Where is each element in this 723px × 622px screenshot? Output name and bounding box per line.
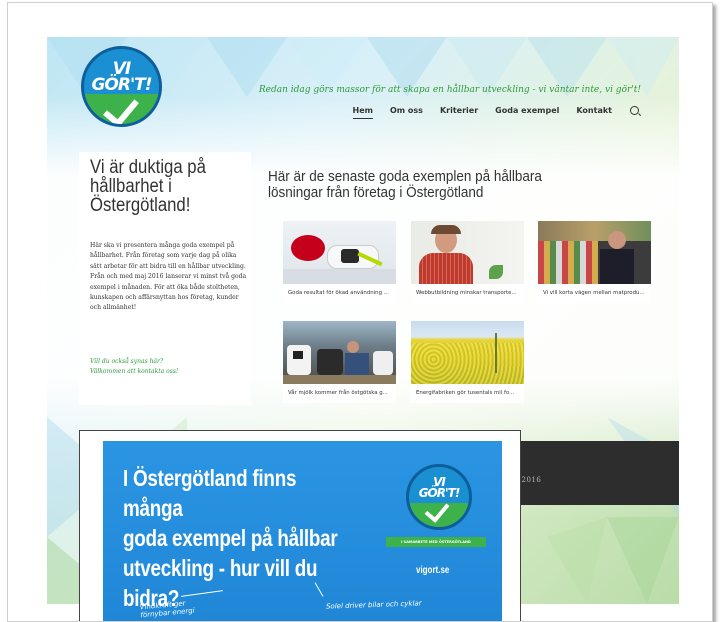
card-caption[interactable]: Goda resultat för ökad användning ... [283,284,396,303]
example-card[interactable]: Webbutbildning minskar transporte... [411,221,524,303]
intro-body: Här ska vi presentera många goda exempel… [90,242,247,312]
examples-heading: Här är de senaste goda exemplen på hållb… [268,168,542,201]
poster-website: vigort.se [416,565,450,576]
intro-title: Vi är duktiga på hållbarhet i Östergötla… [90,157,206,216]
cta-line-2[interactable]: Välkommen att kontakta oss! [90,367,250,377]
cta-line-1[interactable]: Vill du också synas här? [90,357,250,367]
card-image-car-charging[interactable] [283,221,396,284]
example-card[interactable]: Vi vill korta vägen mellan matprodu... [538,221,651,303]
poster-logo: VI GÖR'T! [406,464,472,530]
example-card[interactable]: Goda resultat för ökad användning ... [283,221,396,303]
nav-item-hem[interactable]: Hem [352,106,373,119]
main-nav: Hem Om oss Kriterier Goda exempel Kontak… [336,106,639,119]
example-card[interactable]: Energifabriken gör tusentals mil fo... [411,321,524,403]
poster-headline-line2: goda exempel på hållbar [123,525,338,551]
poster-overlay: I Östergötland finns många goda exempel … [79,430,521,621]
poster-banner: I SAMARBETE MED ÖSTERGÖTLAND [386,537,486,547]
card-caption[interactable]: Vi vill korta vägen mellan matprodu... [538,284,651,303]
site-logo[interactable]: VI GÖR'T! [81,46,162,127]
nav-item-goda-exempel[interactable]: Goda exempel [495,106,559,119]
card-caption[interactable]: Energifabriken gör tusentals mil fo... [411,384,524,403]
card-image-rapeseed-field[interactable] [411,321,524,384]
poster-headline: I Östergötland finns många goda exempel … [123,463,340,613]
campaign-poster: I Östergötland finns många goda exempel … [103,441,502,621]
card-image-dairy-barn[interactable] [283,321,396,384]
card-caption[interactable]: Vår mjölk kommer från östgötska g... [283,384,396,403]
search-icon[interactable] [630,106,639,115]
example-card[interactable]: Vår mjölk kommer från östgötska g... [283,321,396,403]
intro-cta: Vill du också synas här? Välkommen att k… [90,357,250,377]
site-tagline: Redan idag görs massor för att skapa en … [258,85,641,95]
screenshot-frame: VI GÖR'T! Redan idag görs massor för att… [7,2,713,622]
nav-item-kriterier[interactable]: Kriterier [440,106,478,119]
nav-item-om-oss[interactable]: Om oss [390,106,423,119]
footer-dark-box: tivt 2016 [495,441,679,505]
card-image-portrait[interactable] [411,221,524,284]
poster-headline-line1: I Östergötland finns många [123,465,297,521]
poster-note-wind: Vindkraft ger förnybar energi [139,599,195,619]
intro-panel: Vi är duktiga på hållbarhet i Östergötla… [79,152,251,405]
card-caption[interactable]: Webbutbildning minskar transporte... [411,284,524,303]
nav-item-kontakt[interactable]: Kontakt [576,106,612,119]
card-image-grocery-store[interactable] [538,221,651,284]
